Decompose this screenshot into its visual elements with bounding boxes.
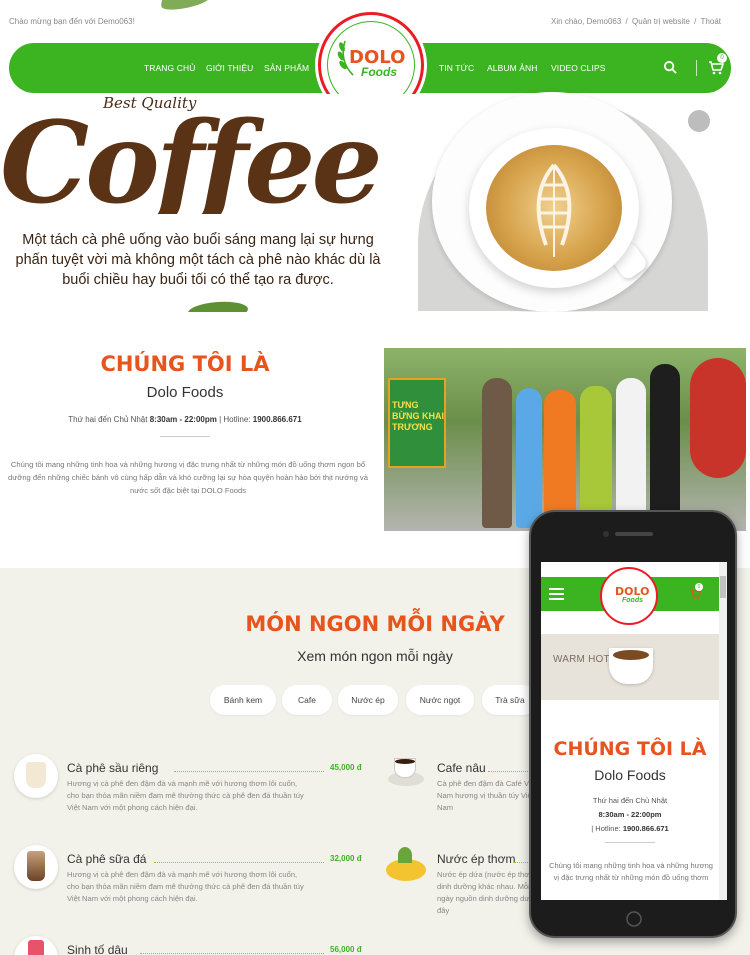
dish-price: 45,000 đ	[330, 763, 362, 772]
latte-art-image	[486, 145, 622, 271]
search-icon[interactable]	[663, 60, 678, 75]
hotline: | Hotline: 1900.866.671	[541, 824, 719, 833]
mobile-banner: WARM HOT DRINKS	[541, 634, 719, 700]
mobile-screen: 0 DOLO Foods WARM HOT DRINKS CHÚNG TÔI L…	[541, 562, 727, 900]
nav-album[interactable]: ALBUM ẢNH	[487, 63, 538, 73]
about-description: Chúng tôi mang những tinh hoa và những h…	[549, 861, 713, 882]
dish-thumbnail	[14, 936, 58, 955]
best-quality-text: Best Quality	[103, 94, 197, 112]
opening-banner-text: TƯNG BỪNG KHAI TRƯƠNG	[392, 400, 444, 432]
dish-description: Hương vị cà phê đen đậm đà và mạnh mẽ vớ…	[67, 779, 304, 812]
tab-cafe[interactable]: Cafe	[282, 685, 332, 715]
opening-banner-image: TƯNG BỪNG KHAI TRƯƠNG	[388, 378, 446, 468]
about-title: CHÚNG TÔI LÀ	[553, 738, 707, 760]
nav-videos[interactable]: VIDEO CLIPS	[551, 63, 605, 73]
dotted-leader	[174, 771, 324, 772]
nav-about[interactable]: GIỚI THIỆU	[206, 63, 253, 73]
dish-thumbnail	[384, 845, 428, 889]
dish-name[interactable]: Cà phê sữa đá	[67, 852, 146, 866]
logout-link[interactable]: Thoát	[701, 17, 721, 26]
home-button-icon[interactable]	[616, 910, 652, 928]
dotted-leader	[140, 953, 324, 954]
about-title: CHÚNG TÔI LÀ	[100, 352, 270, 376]
hamburger-icon[interactable]	[549, 588, 564, 600]
dish-thumbnail	[14, 754, 58, 798]
coffee-headline-art: Coffee	[0, 98, 383, 214]
coffee-cup-image	[609, 648, 653, 684]
greeting-link[interactable]: Xin chào, Demo063	[551, 17, 621, 26]
hotline-number[interactable]: 1900.866.671	[253, 415, 302, 424]
dish-name[interactable]: Nước ép thơm	[437, 852, 515, 866]
dish-name[interactable]: Sinh tố dâu	[67, 943, 128, 955]
person-image	[650, 364, 680, 530]
dish-thumbnail	[14, 845, 58, 889]
coffee-headline: Coffee	[0, 98, 379, 214]
person-image	[544, 390, 576, 530]
hotline-label: | Hotline:	[219, 415, 251, 424]
scrollbar-thumb[interactable]	[720, 576, 726, 598]
hero-banner: Coffee Best Quality Một tách cà phê uống…	[0, 92, 750, 323]
admin-link[interactable]: Quản trị website	[632, 17, 690, 26]
welcome-text: Chào mừng bạn đến với Demo063!	[9, 17, 135, 26]
dish-item[interactable]: Cafe nâu Cà phê đen đậm đà Café Việt Nam…	[384, 754, 548, 834]
user-links: Xin chào, Demo063 / Quản trị website / T…	[550, 17, 722, 26]
latte-leaf-icon	[536, 163, 572, 257]
nav-home[interactable]: TRANG CHỦ	[144, 63, 195, 73]
tab-banh-kem[interactable]: Bánh kem	[210, 685, 276, 715]
brand-logo[interactable]: DOLO Foods	[600, 567, 658, 625]
logo-sub: Foods	[361, 65, 397, 79]
dotted-leader	[154, 862, 324, 863]
about-brand: Dolo Foods	[594, 767, 666, 783]
mobile-preview: 0 DOLO Foods WARM HOT DRINKS CHÚNG TÔI L…	[529, 510, 737, 938]
dish-name[interactable]: Cafe nâu	[437, 761, 486, 775]
cart-count-badge: 0	[717, 53, 727, 63]
opening-hours: Thứ hai đến Chủ Nhật 8:30am - 22:00pm | …	[0, 415, 370, 424]
section-divider	[160, 436, 210, 437]
dish-item[interactable]: Sinh tố dâu 56,000 đ	[14, 936, 374, 955]
person-image	[516, 388, 542, 528]
section-divider	[605, 842, 655, 843]
person-image	[482, 378, 512, 528]
person-image	[616, 378, 646, 528]
dish-item[interactable]: Cà phê sữa đá 32,000 đ Hương vị cà phê đ…	[14, 845, 374, 925]
phone-speaker	[615, 532, 653, 536]
dish-item[interactable]: Cà phê sầu riêng 45,000 đ Hương vị cà ph…	[14, 754, 374, 834]
tab-nuoc-ngot[interactable]: Nước ngọt	[406, 685, 474, 715]
about-description: Chúng tôi mang những tinh hoa và những h…	[8, 460, 368, 495]
hours-days: Thứ hai đến Chủ Nhật	[592, 796, 668, 805]
hero-tagline: Một tách cà phê uống vào buổi sáng mang …	[15, 232, 381, 288]
dish-name[interactable]: Cà phê sầu riêng	[67, 761, 158, 775]
logo-sub: Foods	[622, 597, 643, 604]
nav-news[interactable]: TIN TỨC	[439, 63, 474, 73]
dish-thumbnail	[384, 754, 428, 798]
dish-description: Hương vị cà phê đen đậm đà và mạnh mẽ vớ…	[67, 870, 304, 903]
about-brand: Dolo Foods	[146, 384, 224, 401]
team-photo: TƯNG BỪNG KHAI TRƯƠNG	[384, 348, 746, 531]
hours-time: 8:30am - 22:00pm	[598, 810, 662, 819]
dish-price: 56,000 đ	[330, 945, 362, 954]
flower-stand-image	[690, 358, 746, 478]
decorative-leaf	[158, 0, 212, 13]
coffee-bean-icon	[688, 110, 710, 132]
hotline-label: | Hotline:	[591, 824, 621, 833]
tab-nuoc-ep[interactable]: Nước ép	[338, 685, 398, 715]
scrollbar[interactable]	[719, 562, 727, 900]
dish-item[interactable]: Nước ép thơm Nước ép dứa (nước ép thơm) …	[384, 845, 548, 925]
separator: /	[694, 17, 697, 26]
nav-products[interactable]: SẢN PHẨM	[264, 63, 309, 73]
phone-camera	[603, 531, 609, 537]
nav-divider	[696, 60, 697, 76]
hotline-number[interactable]: 1900.866.671	[623, 824, 669, 833]
hours-days: Thứ hai đến Chủ Nhật	[68, 415, 148, 424]
dish-price: 32,000 đ	[330, 854, 362, 863]
cart-count-badge: 0	[695, 583, 703, 591]
hours-time: 8:30am - 22:00pm	[149, 415, 217, 424]
separator: /	[625, 17, 628, 26]
